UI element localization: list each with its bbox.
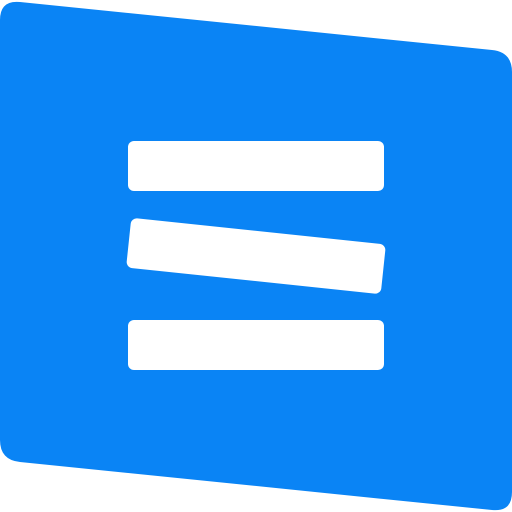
- menu-bar-top: [128, 141, 384, 191]
- menu-bar-bottom: [128, 320, 384, 370]
- app-logo: [0, 0, 512, 512]
- hamburger-menu-icon: [0, 1, 512, 511]
